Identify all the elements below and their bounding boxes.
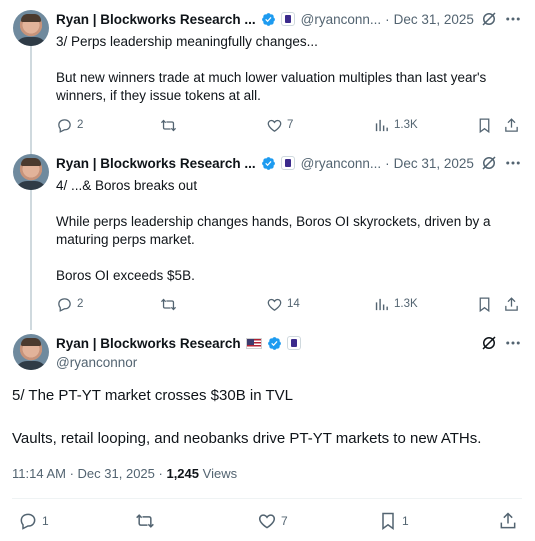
verified-badge-icon xyxy=(261,12,275,26)
reply-button[interactable]: 2 xyxy=(56,115,83,135)
blockworks-org-badge-icon[interactable] xyxy=(280,12,295,26)
share-button[interactable] xyxy=(503,115,520,135)
more-icon[interactable] xyxy=(504,10,522,28)
repost-button[interactable] xyxy=(160,294,181,314)
post-line: Vaults, retail looping, and neobanks dri… xyxy=(12,430,482,447)
like-count: 14 xyxy=(287,298,300,310)
views-icon xyxy=(375,119,388,131)
heart-icon xyxy=(267,298,282,311)
post-line: 4/ ...& Boros breaks out xyxy=(56,178,198,193)
post-line: While perps leadership changes hands, Bo… xyxy=(56,214,491,247)
reply-count: 2 xyxy=(77,298,84,310)
bookmark-button[interactable]: 1 xyxy=(378,511,409,531)
post-line: Boros OI exceeds $5B. xyxy=(56,268,195,283)
views-button[interactable]: 1.3K xyxy=(373,294,418,314)
post-line: 5/ The PT-YT market crosses $30B in TVL xyxy=(12,387,293,404)
share-icon xyxy=(505,117,518,132)
heart-icon xyxy=(267,119,282,132)
us-flag-icon xyxy=(245,337,262,349)
share-button[interactable] xyxy=(498,511,518,531)
bookmark-button[interactable] xyxy=(476,294,493,314)
verified-badge-icon xyxy=(261,156,275,170)
post-line: 3/ Perps leadership meaningfully changes… xyxy=(56,34,318,49)
like-button[interactable]: 14 xyxy=(266,294,300,314)
post-actions: 2 14 1.3K xyxy=(56,294,526,314)
avatar[interactable] xyxy=(13,154,49,190)
views-button[interactable]: 1.3K xyxy=(373,115,418,135)
thread-post-3[interactable]: Ryan | Blockworks Research ... @ryanconn… xyxy=(0,0,535,145)
grok-icon[interactable] xyxy=(480,10,498,28)
bookmark-count: 1 xyxy=(402,514,409,528)
view-count: 1.3K xyxy=(394,119,418,131)
bookmark-icon xyxy=(479,296,490,312)
author-name[interactable]: Ryan | Blockworks Research xyxy=(56,336,241,351)
post-date[interactable]: Dec 31, 2025 xyxy=(394,156,474,171)
repost-icon xyxy=(160,119,177,131)
grok-icon[interactable] xyxy=(480,334,498,352)
grok-icon[interactable] xyxy=(480,154,498,172)
reply-icon xyxy=(58,118,71,133)
like-count: 7 xyxy=(287,119,294,131)
thread-post-4[interactable]: Ryan | Blockworks Research ... @ryanconn… xyxy=(0,145,535,325)
share-icon xyxy=(505,296,518,311)
reply-count: 2 xyxy=(77,119,84,131)
post-meta: 11:14 AM · Dec 31, 2025 · 1,245 Views xyxy=(12,466,238,481)
post-body: 3/ Perps leadership meaningfully changes… xyxy=(56,33,516,105)
author-handle[interactable]: @ryanconn... xyxy=(301,12,382,27)
bookmark-icon xyxy=(479,117,490,133)
like-count: 7 xyxy=(281,514,288,528)
view-count: 1,245 xyxy=(166,466,200,481)
like-button[interactable]: 7 xyxy=(257,511,288,531)
post-date[interactable]: Dec 31, 2025 xyxy=(394,12,474,27)
repost-button[interactable] xyxy=(160,115,181,135)
author-handle[interactable]: @ryanconn... xyxy=(301,156,382,171)
post-header: Ryan | Blockworks Research xyxy=(56,333,301,353)
author-name[interactable]: Ryan | Blockworks Research ... xyxy=(56,156,256,171)
focused-post-body: 5/ The PT-YT market crosses $30B in TVL … xyxy=(12,386,522,472)
more-icon[interactable] xyxy=(504,154,522,172)
avatar[interactable] xyxy=(13,10,49,46)
view-count: 1.3K xyxy=(394,298,418,310)
post-handle-row: @ryanconnor xyxy=(56,352,137,372)
divider xyxy=(12,498,522,499)
post-header: Ryan | Blockworks Research ... @ryanconn… xyxy=(56,155,474,171)
views-icon xyxy=(375,298,388,310)
reply-button[interactable]: 1 xyxy=(18,511,49,531)
avatar[interactable] xyxy=(13,334,49,370)
reply-button[interactable]: 2 xyxy=(56,294,83,314)
author-name[interactable]: Ryan | Blockworks Research ... xyxy=(56,12,256,27)
post-body: 4/ ...& Boros breaks out While perps lea… xyxy=(56,177,516,285)
like-button[interactable]: 7 xyxy=(266,115,293,135)
repost-button[interactable] xyxy=(135,511,159,531)
share-icon xyxy=(500,512,516,529)
heart-icon xyxy=(258,514,276,529)
blockworks-org-badge-icon[interactable] xyxy=(286,336,301,350)
more-icon[interactable] xyxy=(504,334,522,352)
reply-count: 1 xyxy=(42,514,49,528)
post-line xyxy=(56,249,516,267)
author-handle[interactable]: @ryanconnor xyxy=(56,355,137,370)
blockworks-org-badge-icon[interactable] xyxy=(280,156,295,170)
post-time[interactable]: 11:14 AM xyxy=(12,466,66,481)
bookmark-icon xyxy=(382,512,394,530)
bookmark-button[interactable] xyxy=(476,115,493,135)
post-line xyxy=(56,51,516,69)
reply-icon xyxy=(58,297,71,312)
share-button[interactable] xyxy=(503,294,520,314)
post-line: But new winners trade at much lower valu… xyxy=(56,70,487,103)
repost-icon xyxy=(160,298,177,310)
repost-icon xyxy=(136,514,154,528)
verified-badge-icon xyxy=(267,336,281,350)
post-date[interactable]: Dec 31, 2025 xyxy=(78,466,155,481)
post-line xyxy=(56,195,516,213)
reply-icon xyxy=(20,513,36,530)
post-header: Ryan | Blockworks Research ... @ryanconn… xyxy=(56,11,474,27)
focused-post-actions: 1 7 1 xyxy=(12,511,522,533)
post-actions: 2 7 1.3K xyxy=(56,115,526,135)
views-label: Views xyxy=(202,466,238,481)
